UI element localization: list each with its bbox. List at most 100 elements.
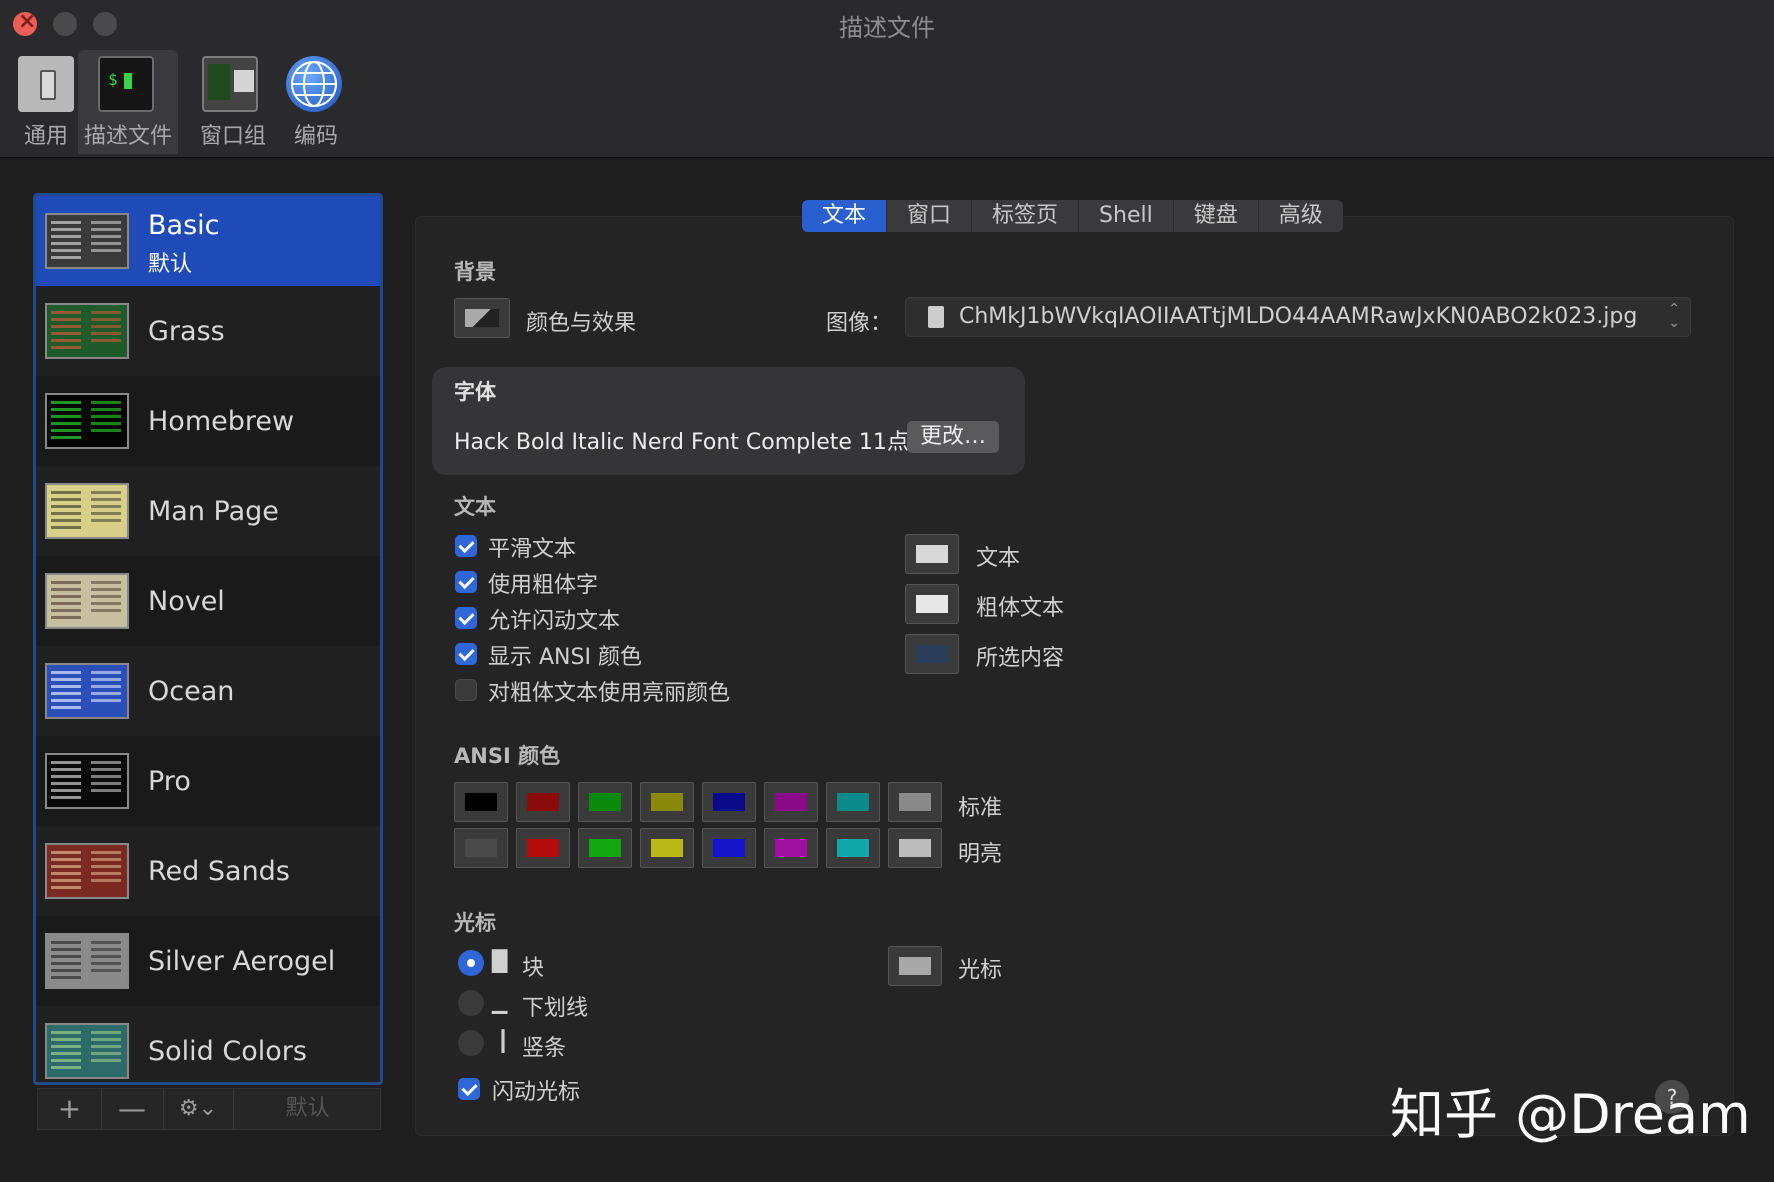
text-section-title: 文本	[454, 495, 496, 519]
blink-text-checkbox[interactable]	[455, 607, 477, 629]
cursor-underline-radio[interactable]	[458, 990, 484, 1016]
selection-color-well[interactable]	[905, 634, 959, 674]
ansi-color-well[interactable]	[578, 828, 632, 868]
profile-list-toolbar: + — ⚙︎⌄ 默认	[37, 1088, 381, 1130]
ansi-color-well[interactable]	[516, 828, 570, 868]
blink-cursor-checkbox[interactable]	[458, 1078, 480, 1100]
profile-thumbnail	[45, 483, 129, 539]
tab-keyboard[interactable]: 键盘	[1174, 200, 1259, 232]
cursor-block-label: 块	[522, 956, 545, 981]
ansi-color-well[interactable]	[640, 828, 694, 868]
cursor-color-label: 光标	[958, 958, 1003, 983]
cursor-section-title: 光标	[454, 911, 496, 935]
swatch-fill	[651, 839, 683, 857]
ansi-color-well[interactable]	[578, 782, 632, 822]
profile-item-solid-colors[interactable]: Solid Colors	[36, 1006, 380, 1082]
cursor-underline-glyph: ▁	[492, 990, 508, 1014]
profile-name: Man Page	[148, 496, 279, 527]
background-image-filename: ChMkJ1bWVkqIAOIIAATtjMLDO44AAMRawJxKN0AB…	[959, 304, 1638, 329]
bright-bold-checkbox[interactable]	[455, 679, 477, 701]
ansi-colors-label: 显示 ANSI 颜色	[488, 645, 642, 670]
profile-item-homebrew[interactable]: Homebrew	[36, 376, 380, 467]
toolbar-encoding[interactable]: 编码	[268, 50, 364, 154]
ansi-color-well[interactable]	[516, 782, 570, 822]
profile-name: Ocean	[148, 676, 235, 707]
profile-name: Novel	[148, 586, 225, 617]
swatch-fill	[837, 793, 869, 811]
bold-text-color-well[interactable]	[905, 584, 959, 624]
profile-name: Grass	[148, 316, 225, 347]
smooth-text-checkbox[interactable]	[455, 535, 477, 557]
blink-cursor-label: 闪动光标	[492, 1080, 581, 1105]
ansi-color-well[interactable]	[454, 828, 508, 868]
profile-list[interactable]: Basic 默认 Grass Homebrew Man Page Novel O…	[33, 193, 383, 1085]
toolbar-profiles[interactable]: 描述文件	[78, 50, 178, 154]
toolbar-window-groups[interactable]: 窗口组	[185, 50, 281, 154]
tab-shell[interactable]: Shell	[1079, 200, 1174, 232]
swatch-fill	[527, 793, 559, 811]
title-toolbar: 描述文件 通用 描述文件 窗口组 编码	[0, 0, 1774, 158]
image-label: 图像：	[826, 311, 893, 336]
ansi-color-well[interactable]	[640, 782, 694, 822]
ansi-colors-checkbox[interactable]	[455, 643, 477, 665]
remove-profile-button[interactable]: —	[101, 1089, 164, 1129]
ansi-color-well[interactable]	[764, 828, 818, 868]
text-color-well[interactable]	[905, 534, 959, 574]
change-font-button[interactable]: 更改…	[907, 421, 999, 453]
profile-item-red-sands[interactable]: Red Sands	[36, 826, 380, 917]
settings-tabs: 文本 窗口 标签页 Shell 键盘 高级	[802, 200, 1343, 232]
ansi-color-well[interactable]	[888, 828, 942, 868]
ansi-color-well[interactable]	[888, 782, 942, 822]
background-color-effects-button[interactable]	[454, 298, 510, 338]
ansi-normal-label: 标准	[958, 796, 1003, 821]
cursor-block-radio[interactable]	[458, 950, 484, 976]
tab-window[interactable]: 窗口	[887, 200, 973, 232]
add-profile-button[interactable]: +	[38, 1089, 102, 1129]
set-default-button[interactable]: 默认	[233, 1089, 382, 1129]
bold-text-color-label: 粗体文本	[976, 596, 1065, 621]
swatch-fill	[916, 645, 948, 663]
ansi-color-well[interactable]	[454, 782, 508, 822]
profile-item-silver-aerogel[interactable]: Silver Aerogel	[36, 916, 380, 1007]
profile-item-man-page[interactable]: Man Page	[36, 466, 380, 557]
selection-color-label: 所选内容	[976, 646, 1065, 671]
profile-thumbnail	[45, 663, 129, 719]
toolbar-label: 描述文件	[83, 124, 172, 149]
profile-item-ocean[interactable]: Ocean	[36, 646, 380, 737]
profile-thumbnail	[45, 393, 129, 449]
gear-menu-button[interactable]: ⚙︎⌄	[163, 1089, 234, 1129]
window-groups-icon	[202, 56, 258, 112]
smooth-text-label: 平滑文本	[488, 537, 577, 562]
background-image-select[interactable]: ChMkJ1bWVkqIAOIIAATtjMLDO44AAMRawJxKN0AB…	[905, 297, 1691, 337]
background-preview	[465, 309, 499, 327]
tab-text[interactable]: 文本	[802, 200, 888, 232]
tab-advanced[interactable]: 高级	[1259, 200, 1343, 232]
ansi-bright-label: 明亮	[958, 842, 1003, 867]
swatch-fill	[465, 839, 497, 857]
profile-name: Silver Aerogel	[148, 946, 336, 977]
swatch-fill	[651, 793, 683, 811]
profile-item-pro[interactable]: Pro	[36, 736, 380, 827]
ansi-color-well[interactable]	[764, 782, 818, 822]
bright-bold-label: 对粗体文本使用亮丽颜色	[488, 681, 731, 706]
ansi-color-well[interactable]	[826, 828, 880, 868]
globe-icon	[286, 56, 342, 112]
profile-name: Homebrew	[148, 406, 295, 437]
swatch-fill	[899, 793, 931, 811]
profile-item-grass[interactable]: Grass	[36, 286, 380, 377]
profile-item-basic[interactable]: Basic 默认	[36, 196, 380, 287]
swatch-fill	[899, 839, 931, 857]
ansi-color-well[interactable]	[826, 782, 880, 822]
watermark-text: 知乎 @Dream	[1390, 1083, 1751, 1146]
cursor-bar-radio[interactable]	[458, 1030, 484, 1056]
cursor-underline-label: 下划线	[522, 996, 589, 1021]
cursor-color-well[interactable]	[888, 946, 942, 986]
cursor-bar-glyph: ┃	[497, 1029, 510, 1053]
swatch-fill	[899, 957, 931, 975]
bold-font-checkbox[interactable]	[455, 571, 477, 593]
profiles-icon	[98, 56, 154, 112]
ansi-color-well[interactable]	[702, 828, 756, 868]
ansi-color-well[interactable]	[702, 782, 756, 822]
tab-tabs[interactable]: 标签页	[972, 200, 1080, 232]
profile-item-novel[interactable]: Novel	[36, 556, 380, 647]
